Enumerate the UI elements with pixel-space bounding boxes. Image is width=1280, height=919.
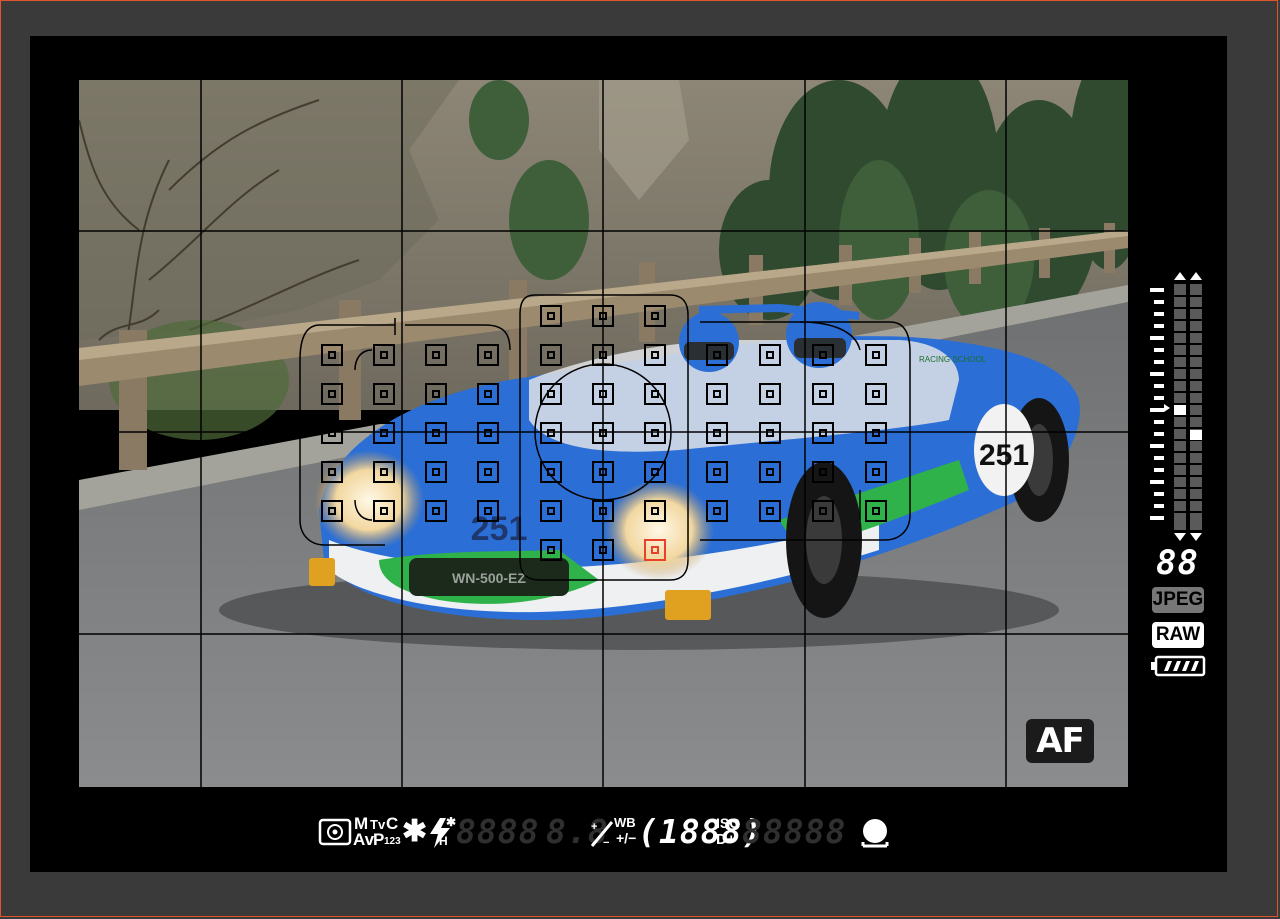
car-sticker-text: RACING SCHOOL	[919, 355, 987, 364]
bottom-info-bar: M Tv C Av P 123 ✱ ✱ H 8888 8.8 + − WB +/…	[318, 810, 898, 852]
iso-label: ISO	[716, 815, 741, 831]
svg-text:−: −	[603, 837, 609, 849]
car-number-side: 251	[979, 439, 1029, 472]
mode-p-label: P	[373, 830, 385, 849]
plate-text: WN-500-EZ	[452, 570, 526, 586]
scene-photo: WN-500-EZ 251 251 RACING SCHOOL	[79, 80, 1128, 787]
exposure-level-scale	[1150, 272, 1202, 541]
jpeg-format-indicator: JPEG	[1152, 587, 1204, 613]
battery-icon	[1151, 655, 1206, 677]
plus-minus-label: +/−	[616, 830, 637, 846]
shutter-speed-display: 8888	[456, 812, 540, 851]
scene-illustration: WN-500-EZ 251 251 RACING SCHOOL	[79, 80, 1128, 787]
dplus-label: D+	[716, 831, 736, 848]
mode-av-label: Av	[353, 830, 375, 849]
flash-h-label: H	[439, 834, 448, 848]
mode-123-label: 123	[384, 836, 401, 847]
metering-mode-icon	[318, 818, 352, 846]
right-info-panel: 88 JPEG RAW	[1140, 270, 1220, 690]
ae-lock-icon: ✱	[402, 815, 428, 848]
svg-text:✱: ✱	[446, 816, 456, 829]
exposure-comp-icon: + −	[590, 821, 614, 849]
raw-format-indicator: RAW	[1152, 622, 1204, 648]
iso-display: 88888	[742, 812, 847, 851]
focus-confirmation-icon	[861, 819, 889, 848]
wb-label: WB	[614, 815, 636, 830]
mode-c-label: C	[386, 814, 399, 833]
svg-text:+: +	[591, 821, 597, 833]
car-number-hood: 251	[471, 510, 528, 548]
af-indicator: AF	[1026, 719, 1094, 763]
shots-remaining: 88	[1156, 543, 1199, 583]
